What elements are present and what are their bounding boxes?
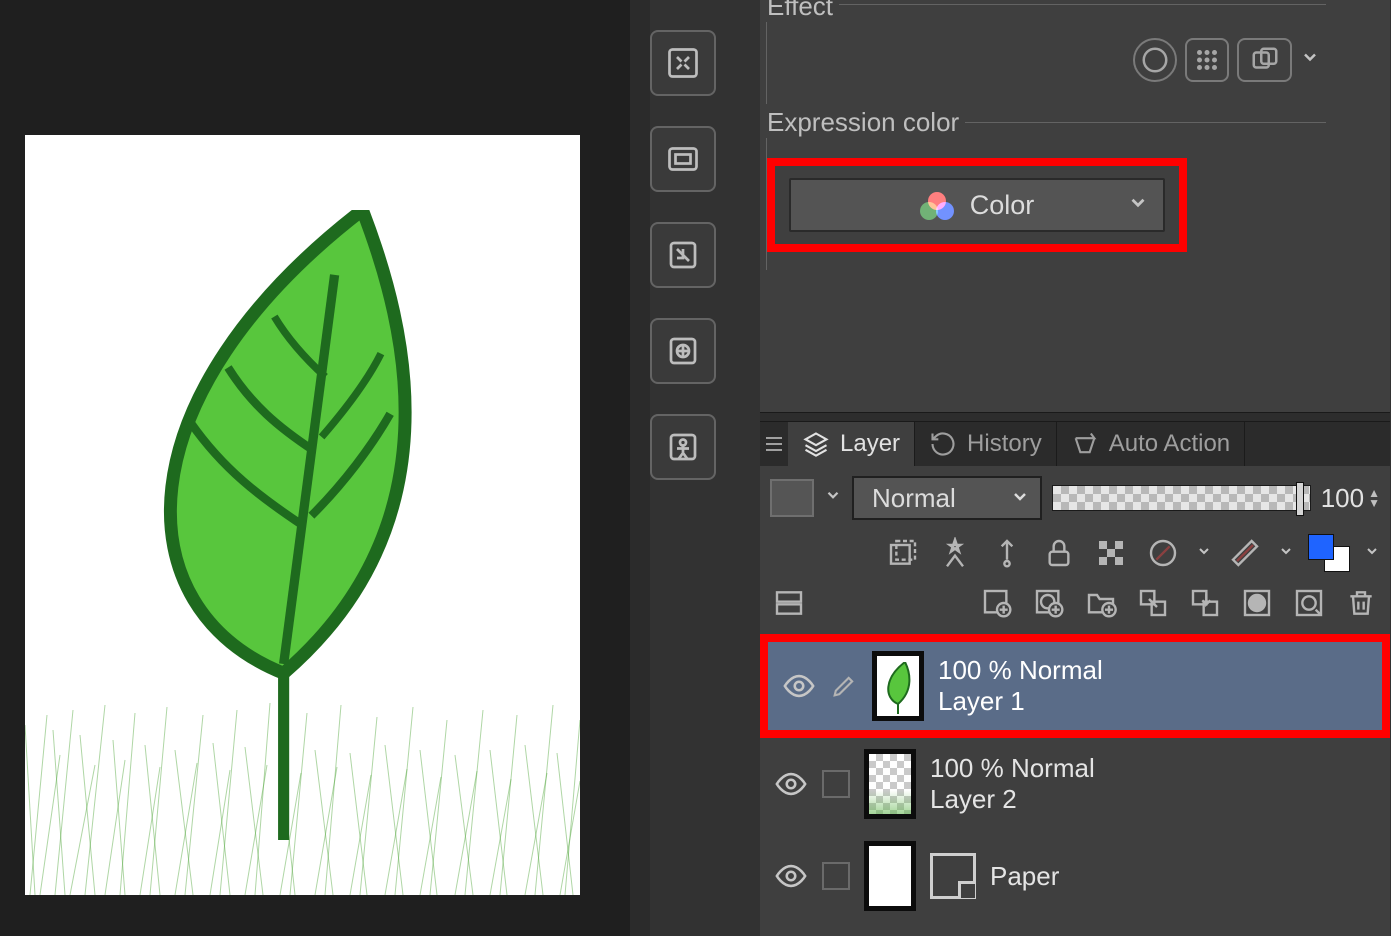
layer-list: 100 % Normal Layer 1 100 % Normal Layer … (760, 634, 1390, 922)
delete-layer-icon[interactable] (1342, 584, 1380, 622)
expression-color-label: Expression color (761, 107, 965, 138)
panel-divider (630, 0, 650, 936)
layer-row-layer1[interactable]: 100 % Normal Layer 1 (760, 634, 1390, 738)
swatch-dropdown-chevron-icon[interactable] (1364, 542, 1380, 565)
new-raster-layer-icon[interactable] (978, 584, 1016, 622)
layer-blend-row: Normal 100 ▲▼ (760, 472, 1390, 524)
tab-history-label: History (967, 430, 1042, 458)
transfer-down-icon[interactable] (1134, 584, 1172, 622)
blend-mode-dropdown[interactable]: Normal (852, 476, 1042, 520)
property-tool-column (650, 30, 720, 480)
properties-panel: Effect Expression color Color (760, 0, 1390, 936)
3d-tool-icon[interactable] (650, 318, 716, 384)
panel-separator (760, 412, 1390, 422)
layer-color-effect-icon[interactable] (1237, 38, 1292, 82)
subview-tool-icon[interactable] (650, 126, 716, 192)
tab-layer[interactable]: Layer (788, 422, 915, 466)
rgb-icon (920, 192, 954, 218)
panel-menu-icon[interactable] (760, 422, 788, 466)
ruler-toggle-icon[interactable] (1226, 534, 1264, 572)
draft-layer-icon[interactable] (988, 534, 1026, 572)
opacity-slider-handle[interactable] (1296, 482, 1304, 516)
lock-transparency-icon[interactable] (1092, 534, 1130, 572)
new-folder-icon[interactable] (1082, 584, 1120, 622)
opacity-spinner[interactable]: ▲▼ (1368, 488, 1380, 508)
clip-mask-icon[interactable] (884, 534, 922, 572)
expression-color-group: Expression color Color (766, 122, 1326, 270)
layer-info: 100 % Normal (938, 655, 1103, 686)
leaf-artwork (89, 210, 469, 840)
visibility-eye-icon[interactable] (782, 669, 816, 703)
merge-down-icon[interactable] (1186, 584, 1224, 622)
palette-color-chevron-icon[interactable] (824, 486, 842, 510)
layer-thumbnail (872, 651, 924, 721)
layer-thumbnail (864, 749, 916, 819)
layer-name: Layer 1 (938, 686, 1103, 717)
palette-color-icon[interactable] (770, 479, 814, 517)
layer-info: 100 % Normal (930, 753, 1095, 784)
tab-auto-action-label: Auto Action (1109, 430, 1230, 458)
chevron-down-icon (1127, 190, 1149, 221)
tab-history[interactable]: History (915, 422, 1057, 466)
pose-tool-icon[interactable] (650, 414, 716, 480)
canvas-area (0, 0, 630, 936)
ruler-dropdown-chevron-icon[interactable] (1278, 542, 1294, 565)
item-bank-tool-icon[interactable] (650, 222, 716, 288)
document-canvas[interactable] (25, 135, 580, 895)
mask-dropdown-chevron-icon[interactable] (1196, 542, 1212, 565)
chevron-down-icon (1010, 483, 1030, 514)
layer-row-layer2[interactable]: 100 % Normal Layer 2 (760, 738, 1390, 830)
opacity-slider[interactable] (1052, 485, 1311, 511)
tab-auto-action[interactable]: Auto Action (1057, 422, 1245, 466)
layer-row-paper[interactable]: Paper (760, 830, 1390, 922)
expression-color-value: Color (970, 190, 1035, 221)
effect-dropdown-chevron-icon[interactable] (1300, 47, 1320, 73)
lock-icon[interactable] (1040, 534, 1078, 572)
link-checkbox[interactable] (822, 862, 850, 890)
expression-color-dropdown[interactable]: Color (789, 178, 1165, 232)
tone-effect-icon[interactable] (1185, 38, 1229, 82)
effect-label: Effect (761, 0, 839, 22)
two-pane-icon[interactable] (770, 584, 808, 622)
enable-mask-icon[interactable] (1144, 534, 1182, 572)
effect-group: Effect (766, 4, 1326, 104)
navigator-tool-icon[interactable] (650, 30, 716, 96)
reference-layer-icon[interactable] (936, 534, 974, 572)
apply-mask-icon[interactable] (1290, 584, 1328, 622)
visibility-eye-icon[interactable] (774, 859, 808, 893)
new-vector-layer-icon[interactable] (1030, 584, 1068, 622)
link-checkbox[interactable] (822, 770, 850, 798)
layer-name: Layer 2 (930, 784, 1095, 815)
layer-name: Paper (990, 861, 1059, 892)
blend-mode-value: Normal (872, 483, 956, 514)
layer-lock-tools (760, 528, 1390, 578)
expression-color-highlight: Color (767, 158, 1187, 252)
opacity-value: 100 (1321, 483, 1364, 514)
create-mask-icon[interactable] (1238, 584, 1276, 622)
layer-thumbnail (864, 841, 916, 911)
paper-icon (930, 853, 976, 899)
layer-action-tools (760, 578, 1390, 628)
visibility-eye-icon[interactable] (774, 767, 808, 801)
border-effect-icon[interactable] (1133, 38, 1177, 82)
layer-color-swatch[interactable] (1308, 534, 1350, 572)
tab-layer-label: Layer (840, 430, 900, 458)
editing-layer-pencil-icon (830, 672, 858, 700)
panel-tabs: Layer History Auto Action (760, 422, 1390, 466)
